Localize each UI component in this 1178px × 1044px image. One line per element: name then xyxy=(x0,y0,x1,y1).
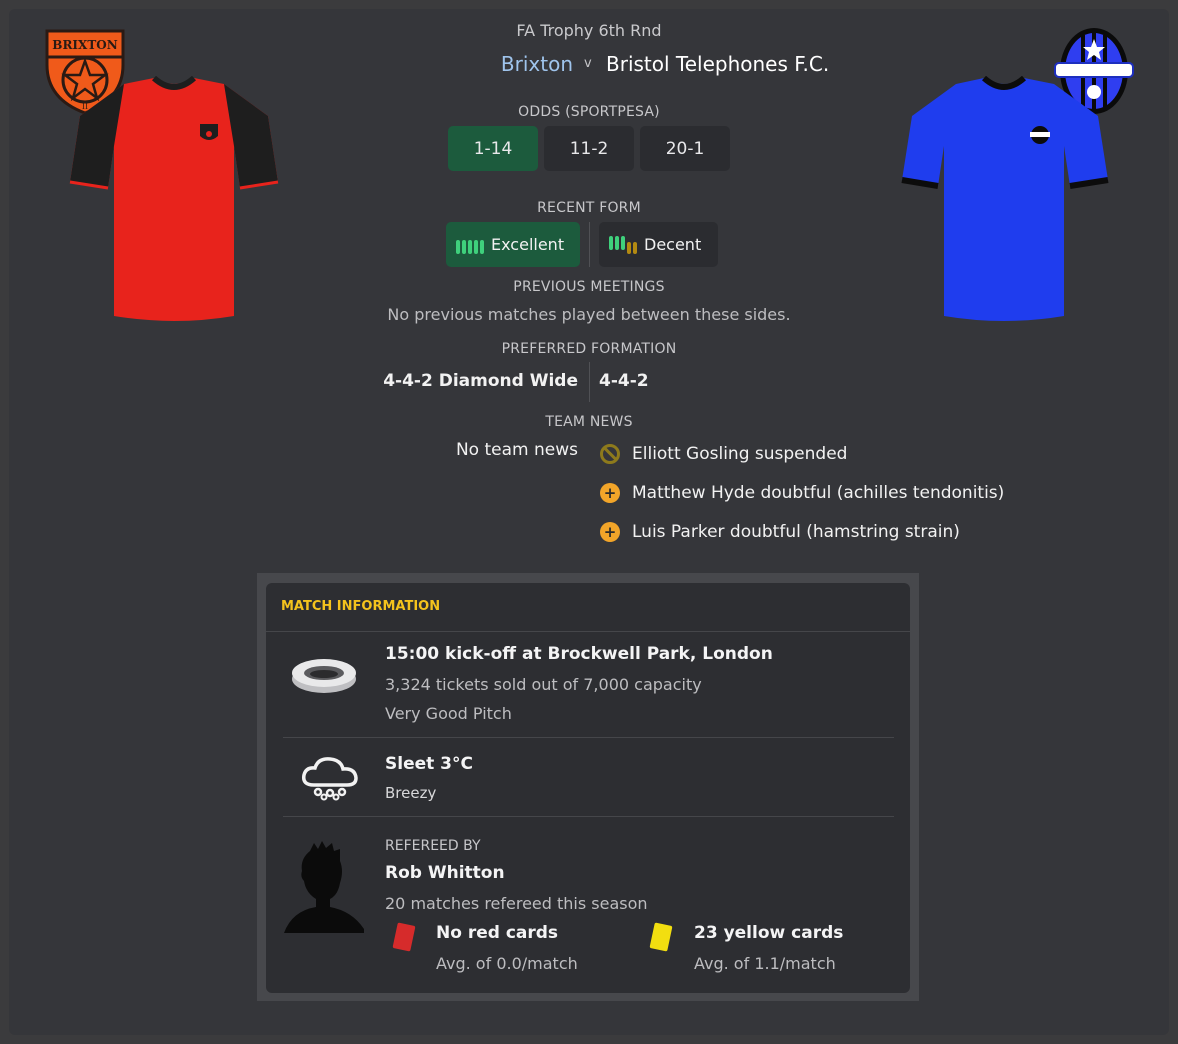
yellow-card-icon xyxy=(649,922,673,952)
home-team-news: No team news xyxy=(455,440,578,460)
yellow-cards-average: Avg. of 1.1/match xyxy=(694,954,836,973)
competition-label: FA Trophy 6th Rnd xyxy=(516,21,662,40)
sleet-cloud-icon xyxy=(301,757,358,801)
team-news-item[interactable]: + Luis Parker doubtful (hamstring strain… xyxy=(600,522,960,542)
svg-text:BRIXTON: BRIXTON xyxy=(52,38,117,52)
home-formation: 4-4-2 Diamond Wide xyxy=(383,371,578,391)
wind-condition: Breezy xyxy=(385,784,437,802)
yellow-cards-count: 23 yellow cards xyxy=(694,923,844,943)
red-cards-average: Avg. of 0.0/match xyxy=(436,954,578,973)
red-cards-count: No red cards xyxy=(436,923,559,943)
referee-name[interactable]: Rob Whitton xyxy=(385,863,505,883)
form-divider xyxy=(589,222,590,267)
doubtful-icon: + xyxy=(600,522,620,542)
versus-label: v xyxy=(584,56,592,71)
odds-title: ODDS (SPORTPESA) xyxy=(518,104,660,120)
home-form-button[interactable]: Excellent xyxy=(446,222,580,267)
team-news-text: Luis Parker doubtful (hamstring strain) xyxy=(632,522,960,542)
tickets-sold: 3,324 tickets sold out of 7,000 capacity xyxy=(385,675,702,694)
referee-avatar-icon xyxy=(284,841,364,933)
doubtful-icon: + xyxy=(600,483,620,503)
team-news-item[interactable]: Elliott Gosling suspended xyxy=(600,444,847,464)
previous-meetings-text: No previous matches played between these… xyxy=(387,305,791,324)
preferred-formation-title: PREFERRED FORMATION xyxy=(501,341,677,357)
divider xyxy=(266,631,910,632)
away-formation: 4-4-2 xyxy=(599,371,649,391)
team-news-text: Elliott Gosling suspended xyxy=(632,444,848,464)
match-information-card: MATCH INFORMATION 15:00 kick-off at Broc… xyxy=(266,583,910,993)
home-odds-button[interactable]: 1-14 xyxy=(448,126,538,171)
away-odds-button[interactable]: 20-1 xyxy=(640,126,730,171)
divider xyxy=(283,737,894,738)
away-form-button[interactable]: Decent xyxy=(599,222,718,267)
fixture-header: Brixton v Bristol Telephones F.C. xyxy=(0,52,1178,78)
team-news-title: TEAM NEWS xyxy=(545,414,633,430)
recent-form-title: RECENT FORM xyxy=(537,200,641,216)
away-form-label: Decent xyxy=(644,235,702,254)
match-information-title: MATCH INFORMATION xyxy=(281,599,441,614)
divider xyxy=(283,816,894,817)
draw-odds-button[interactable]: 11-2 xyxy=(544,126,634,171)
suspended-icon xyxy=(600,444,620,464)
pitch-condition: Very Good Pitch xyxy=(385,704,512,723)
team-news-item[interactable]: + Matthew Hyde doubtful (achilles tendon… xyxy=(600,483,1004,503)
formation-divider xyxy=(589,362,590,402)
refereed-by-label: REFEREED BY xyxy=(385,838,481,854)
team-news-text: Matthew Hyde doubtful (achilles tendonit… xyxy=(632,483,1005,503)
kickoff-venue[interactable]: 15:00 kick-off at Brockwell Park, London xyxy=(385,644,773,664)
stadium-icon xyxy=(292,659,356,693)
referee-matches: 20 matches refereed this season xyxy=(385,894,648,913)
weather-condition: Sleet 3°C xyxy=(385,754,473,774)
red-card-icon xyxy=(392,922,416,952)
previous-meetings-title: PREVIOUS MEETINGS xyxy=(513,279,665,295)
home-team-link[interactable]: Brixton xyxy=(501,52,573,76)
form-bars-icon xyxy=(456,236,484,254)
home-form-label: Excellent xyxy=(491,235,565,254)
form-bars-icon xyxy=(609,235,637,254)
away-team-link[interactable]: Bristol Telephones F.C. xyxy=(606,52,829,76)
